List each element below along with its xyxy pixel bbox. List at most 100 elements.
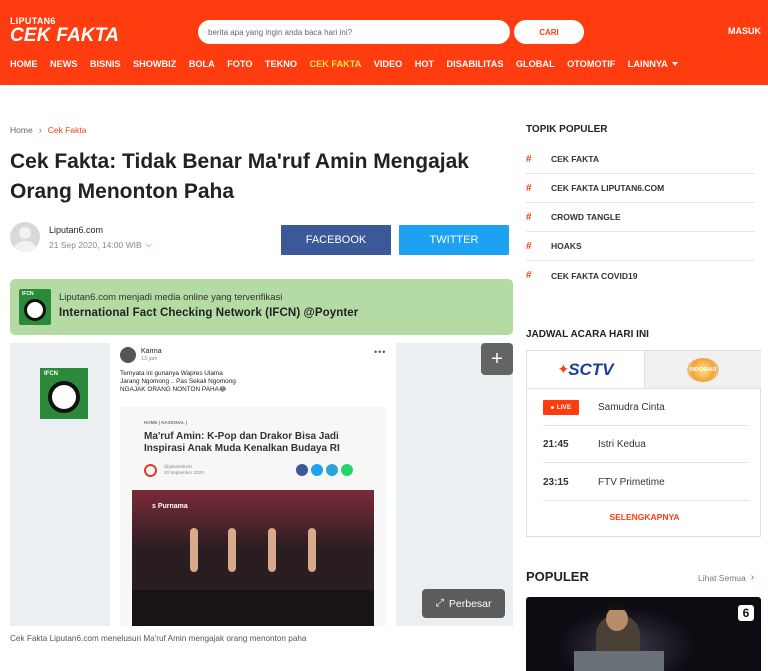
post-text-line: Ternyata ini gunanya Wapres Ulama [120, 370, 223, 377]
show-time: 23:15 [543, 476, 569, 488]
nav-disabilitas[interactable]: DISABILITAS [447, 59, 504, 69]
topik-label: HOAKS [551, 241, 582, 251]
publish-date[interactable]: 21 Sep 2020, 14:00 WIB ⌵ [49, 240, 152, 250]
share-twitter-button[interactable]: TWITTER [399, 225, 509, 255]
article-image[interactable]: IFCN Karma 13 jam ••• Ternyata ini gunan… [10, 343, 513, 626]
populer-thumbnail[interactable]: 6 [526, 597, 761, 671]
topik-label: CEK FAKTA LIPUTAN6.COM [551, 183, 665, 193]
card-share-icons [296, 464, 353, 476]
card-category: HOME | NASIONAL | [144, 420, 188, 425]
show-time: 21:45 [543, 438, 569, 450]
logo[interactable]: LIPUTAN6 CEK FAKTA [10, 17, 119, 46]
nav-lainnya[interactable]: LAINNYA [628, 59, 678, 69]
post-text-line: Jarang Ngomong .. Pas Sekali Ngomong [120, 378, 236, 385]
search-button[interactable]: CARI [514, 20, 584, 44]
nav-foto[interactable]: FOTO [227, 59, 252, 69]
caret-down-icon [671, 62, 678, 66]
ifcn-signatory-badge: IFCN [40, 368, 88, 419]
hash-icon: # [526, 211, 532, 223]
sctv-logo: ✦ SCTV [557, 359, 614, 379]
avatar [10, 222, 40, 252]
populer-heading: POPULER [526, 569, 589, 584]
schedule-row[interactable]: 21:45 Istri Kedua [543, 426, 749, 463]
topik-item[interactable]: # CROWD TANGLE [526, 203, 755, 232]
embedded-facebook-post: Karma 13 jam ••• Ternyata ini gunanya Wa… [110, 343, 396, 626]
whatsapp-icon [341, 464, 353, 476]
stage-photo: s Purnama [132, 490, 374, 626]
nav-tekno[interactable]: TEKNO [265, 59, 297, 69]
nav-lainnya-label: LAINNYA [627, 59, 668, 69]
sctv-label: SCTV [568, 359, 614, 379]
schedule-row[interactable]: LIVE Samudra Cinta [543, 389, 749, 426]
hash-icon: # [526, 182, 532, 194]
publish-date-text: 21 Sep 2020, 14:00 WIB [49, 239, 142, 250]
share-facebook-button[interactable]: FACEBOOK [281, 225, 391, 255]
chevron-right-icon: › [750, 572, 755, 583]
show-title: FTV Primetime [598, 476, 665, 488]
show-title: Istri Kedua [598, 438, 646, 450]
hash-icon: # [526, 270, 532, 281]
see-more-link[interactable]: SELENGKAPNYA [527, 512, 762, 522]
schedule-row[interactable]: 23:15 FTV Primetime [543, 464, 749, 501]
post-text: Ternyata ini gunanya Wapres Ulama Jarang… [120, 370, 320, 394]
channel-tabs: ✦ SCTV INDOSIAR [527, 351, 762, 389]
nav-bola[interactable]: BOLA [189, 59, 215, 69]
breadcrumb-home[interactable]: Home [10, 125, 33, 135]
topik-populer-heading: TOPIK POPULER [526, 124, 608, 135]
post-avatar [120, 347, 136, 363]
nav-home[interactable]: HOME [10, 59, 38, 69]
post-time: 13 jam [141, 356, 158, 362]
chevron-right-icon: › [38, 125, 42, 135]
tab-indosiar[interactable]: INDOSIAR [644, 351, 761, 389]
show-title: Samudra Cinta [598, 401, 665, 413]
post-author: Karma [141, 348, 162, 355]
ifcn-banner: IFCN Liputan6.com menjadi media online y… [10, 279, 513, 335]
shared-link-card: HOME | NASIONAL | Ma'ruf Amin: K-Pop dan… [120, 407, 386, 626]
ifcn-line2: International Fact Checking Network (IFC… [59, 307, 359, 319]
nav-showbiz[interactable]: SHOWBIZ [133, 59, 176, 69]
hash-icon: # [526, 153, 532, 165]
image-caption: Cek Fakta Liputan6.com menelusuri Ma'ruf… [10, 634, 307, 643]
nav-hot[interactable]: HOT [415, 59, 434, 69]
ifcn-logo: IFCN [19, 289, 51, 325]
jadwal-heading: JADWAL ACARA HARI INI [526, 329, 649, 340]
nav-otomotif[interactable]: OTOMOTIF [567, 59, 615, 69]
more-options-icon: ••• [374, 347, 387, 357]
header-bar: LIPUTAN6 CEK FAKTA CARI MASUK HOME NEWS … [0, 0, 768, 85]
nav-video[interactable]: VIDEO [374, 59, 403, 69]
enlarge-label: Perbesar [448, 597, 492, 610]
topik-item[interactable]: # CEK FAKTA COVID19 [526, 261, 755, 290]
topik-list: # CEK FAKTA # CEK FAKTA LIPUTAN6.COM # CROW… [526, 145, 755, 290]
main-nav: HOME NEWS BISNIS SHOWBIZ BOLA FOTO TEKNO… [10, 59, 690, 69]
topik-label: CEK FAKTA [551, 154, 600, 164]
topik-label: CROWD TANGLE [551, 212, 621, 222]
photo-watermark: s Purnama [152, 503, 188, 510]
plus-icon[interactable]: + [481, 343, 513, 375]
breadcrumb-current[interactable]: Cek Fakta [48, 125, 87, 135]
telegram-icon [326, 464, 338, 476]
search-input[interactable] [198, 20, 510, 44]
login-link[interactable]: MASUK [728, 26, 761, 36]
nav-news[interactable]: NEWS [50, 59, 78, 69]
liputan6-badge-icon: 6 [738, 605, 754, 621]
see-all-label: Lihat Semua [698, 572, 746, 583]
card-title: Ma'ruf Amin: K-Pop dan Drakor Bisa Jadi … [144, 431, 340, 454]
tv-schedule: ✦ SCTV INDOSIAR LIVE Samudra Cinta 21:45 … [526, 350, 761, 537]
card-source: @jalantelevisi 20 September 2020 [164, 464, 204, 476]
nav-cek-fakta[interactable]: CEK FAKTA [309, 59, 361, 69]
logo-big-text: CEK FAKTA [10, 25, 120, 46]
card-source-date: 20 September 2020 [164, 470, 204, 475]
article-title: Cek Fakta: Tidak Benar Ma'ruf Amin Menga… [10, 150, 469, 203]
breadcrumb: Home › Cek Fakta [10, 125, 86, 135]
nav-global[interactable]: GLOBAL [516, 59, 555, 69]
topik-item[interactable]: # HOAKS [526, 232, 755, 261]
expand-icon: ⤢ [435, 597, 444, 609]
see-all-link[interactable]: Lihat Semua › [698, 572, 754, 583]
twitter-icon [311, 464, 323, 476]
nav-bisnis[interactable]: BISNIS [90, 59, 121, 69]
topik-item[interactable]: # CEK FAKTA LIPUTAN6.COM [526, 174, 755, 203]
topik-item[interactable]: # CEK FAKTA [526, 145, 755, 174]
author-name[interactable]: Liputan6.com [49, 225, 152, 235]
tab-sctv[interactable]: ✦ SCTV [527, 351, 644, 389]
enlarge-button[interactable]: ⤢ Perbesar [422, 589, 505, 618]
